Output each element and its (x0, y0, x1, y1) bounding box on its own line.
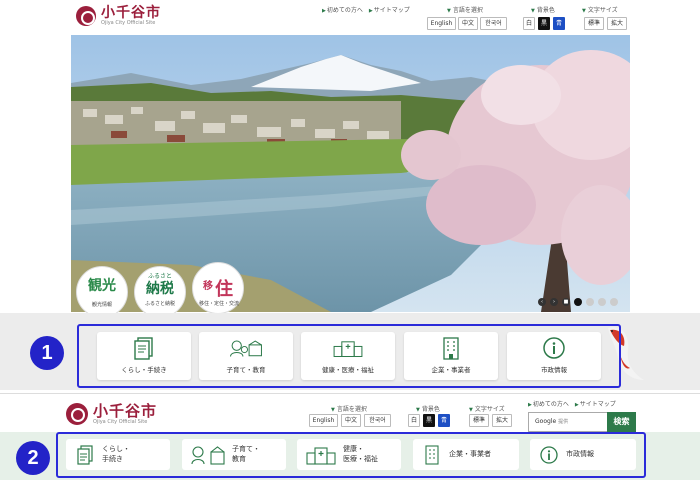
compact-bg-white-button[interactable]: 白 (408, 414, 420, 427)
bg-white-button[interactable]: 白 (523, 17, 535, 30)
compact-sitemap-link[interactable]: サイトマップ (575, 399, 616, 408)
family-school-icon (229, 336, 263, 360)
search-placeholder: Google (535, 418, 557, 425)
family-school-icon (190, 445, 226, 465)
hospital-icon (305, 445, 337, 465)
font-enlarge-button[interactable]: 拡大 (607, 17, 627, 30)
search-placeholder-sub: 提供 (558, 419, 569, 425)
slide-indicator-1[interactable] (574, 298, 582, 306)
category-business-card[interactable]: 企業・事業者 (404, 332, 498, 380)
compact-category-business[interactable]: 企業・事業者 (413, 439, 519, 470)
compact-lang-korean-button[interactable]: 한국어 (364, 414, 391, 427)
compact-first-visit-link[interactable]: 初めての方へ (528, 399, 569, 408)
bg-color-label: 背景色 (531, 5, 555, 14)
furusato-tax-badge-title: 納税 (146, 281, 174, 297)
compact-bg-black-button[interactable]: 黒 (423, 414, 435, 427)
category-health-label: 健康・医療・福祉 (322, 366, 374, 374)
category-cityinfo-card[interactable]: 市政情報 (507, 332, 601, 380)
category-cityinfo-label: 市政情報 (541, 366, 567, 374)
compact-bg-blue-button[interactable]: 青 (438, 414, 450, 427)
tourism-badge-title: 観光 (88, 278, 116, 294)
furusato-tax-badge[interactable]: ふるさと 納税 ふるさと納税 (134, 266, 186, 318)
bg-blue-button[interactable]: 青 (553, 17, 565, 30)
info-icon (538, 445, 560, 465)
tourism-badge-caption: 観光情報 (91, 302, 112, 308)
city-seal-icon (66, 403, 88, 425)
office-building-icon (434, 336, 468, 360)
compact-category-living-label: くらし・ 手続き (102, 445, 130, 463)
font-size-label: 文字サイズ (582, 5, 618, 14)
office-building-icon (421, 444, 443, 465)
slide-indicator-2[interactable] (586, 298, 594, 306)
site-logo[interactable]: 小千谷市 Ojiya City Official Site (76, 6, 161, 26)
compact-category-childcare-label: 子育て・ 教育 (232, 445, 260, 463)
slider-pause-button[interactable]: ■ (562, 298, 570, 306)
annotation-marker-2: 2 (16, 441, 50, 475)
category-living-label: くらし・手続き (121, 366, 167, 374)
category-childcare-card[interactable]: 子育て・教育 (199, 332, 293, 380)
compact-site-logo[interactable]: 小千谷市 Ojiya City Official Site (66, 403, 157, 425)
furusato-tax-badge-caption: ふるさと納税 (144, 301, 175, 307)
relocation-badge[interactable]: 移 住 移住・定住・交流 (192, 262, 244, 314)
compact-font-enlarge-button[interactable]: 拡大 (492, 414, 512, 427)
compact-bg-color-label: 背景色 (416, 404, 440, 413)
compact-category-health-label: 健康・ 医療・福祉 (343, 445, 378, 463)
slider-prev-button[interactable]: ‹ (538, 298, 546, 306)
bg-black-button[interactable]: 黒 (538, 17, 550, 30)
compact-site-name: 小千谷市 (93, 401, 158, 420)
compact-language-label: 言語を選択 (331, 404, 367, 413)
compact-category-cityinfo[interactable]: 市政情報 (530, 439, 636, 470)
slide-indicator-3[interactable] (598, 298, 606, 306)
sitemap-link[interactable]: サイトマップ (369, 5, 410, 14)
slider-controls: ‹ › ■ (538, 298, 618, 306)
relocation-badge-caption: 移住・定住・交流 (198, 301, 239, 307)
compact-font-size-label: 文字サイズ (469, 404, 505, 413)
compact-utility-links: 初めての方へ サイトマップ (528, 399, 616, 408)
language-label: 言語を選択 (447, 5, 483, 14)
site-name: 小千谷市 (101, 5, 161, 21)
compact-site-subtitle: Ojiya City Official Site (93, 418, 148, 425)
tourism-badge[interactable]: 観光 観光情報 (76, 266, 128, 318)
hospital-icon (331, 336, 365, 360)
utility-links: 初めての方へ サイトマップ (322, 5, 410, 14)
font-standard-button[interactable]: 標準 (584, 17, 604, 30)
category-business-label: 企業・事業者 (431, 366, 471, 374)
search-button[interactable]: 検索 (607, 412, 636, 432)
info-icon (537, 336, 571, 360)
category-living-card[interactable]: くらし・手続き (97, 332, 191, 380)
first-visit-link[interactable]: 初めての方へ (322, 5, 363, 14)
lang-chinese-button[interactable]: 中文 (458, 17, 478, 30)
city-seal-icon (76, 6, 96, 26)
document-icon (127, 336, 161, 360)
compact-category-childcare[interactable]: 子育て・ 教育 (182, 439, 286, 470)
search-input[interactable]: Google 提供 (528, 412, 608, 432)
document-icon (74, 444, 96, 465)
relocation-badge-top: 移 (203, 281, 213, 292)
slider-next-button[interactable]: › (550, 298, 558, 306)
compact-lang-english-button[interactable]: English (309, 414, 338, 427)
category-health-card[interactable]: 健康・医療・福祉 (301, 332, 395, 380)
compact-category-cityinfo-label: 市政情報 (566, 449, 594, 458)
furusato-tax-badge-top: ふるさと (147, 273, 172, 280)
site-subtitle: Ojiya City Official Site (101, 20, 156, 26)
compact-category-living[interactable]: くらし・ 手続き (66, 439, 170, 470)
annotation-marker-1: 1 (30, 336, 64, 370)
slide-indicator-4[interactable] (610, 298, 618, 306)
relocation-badge-title: 住 (215, 279, 233, 300)
compact-lang-chinese-button[interactable]: 中文 (341, 414, 361, 427)
compact-category-business-label: 企業・事業者 (449, 449, 491, 458)
lang-english-button[interactable]: English (427, 17, 456, 30)
lang-korean-button[interactable]: 한국어 (480, 17, 507, 30)
compact-font-standard-button[interactable]: 標準 (469, 414, 489, 427)
category-childcare-label: 子育て・教育 (226, 366, 266, 374)
compact-category-health[interactable]: 健康・ 医療・福祉 (297, 439, 401, 470)
